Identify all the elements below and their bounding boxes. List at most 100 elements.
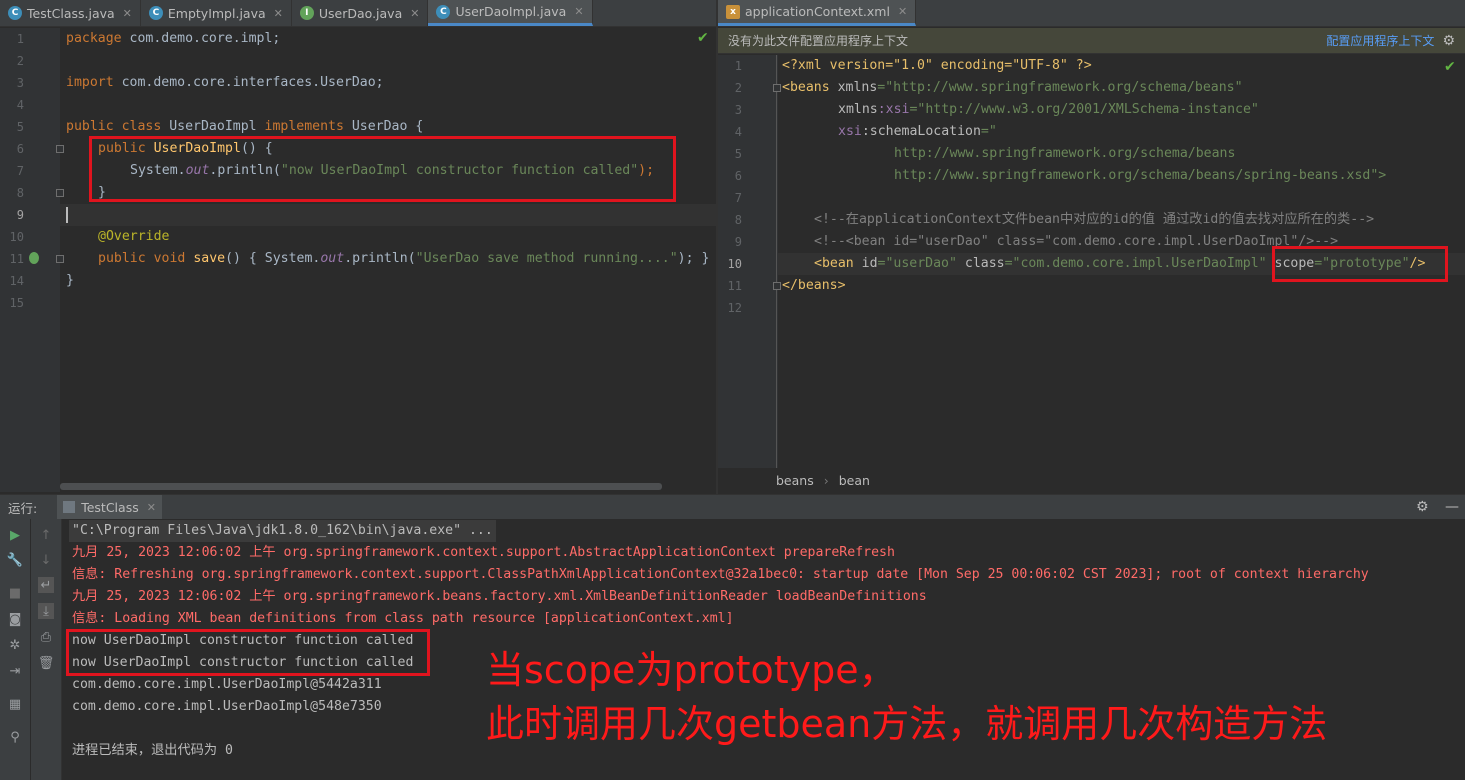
settings-icon[interactable]: ✲ bbox=[7, 637, 23, 653]
code-token: public bbox=[98, 251, 146, 266]
console-line: com.demo.core.impl.UserDaoImpl@5442a311 bbox=[72, 677, 382, 692]
camera-icon[interactable]: ◙ bbox=[7, 611, 23, 627]
xml-editor[interactable]: 1 2 3 4 5 6 7 8 9 10 11 12 <?xml version… bbox=[718, 55, 1465, 468]
code-token: :xsi bbox=[877, 102, 910, 117]
right-tab-bar: x applicationContext.xml ✕ bbox=[718, 0, 1465, 27]
fold-icon[interactable] bbox=[56, 255, 64, 263]
line-number: 10 bbox=[9, 230, 24, 244]
code-token: "UserDao save method running...." bbox=[415, 251, 678, 266]
wrench-icon[interactable]: 🔧 bbox=[7, 552, 23, 568]
tab-label: applicationContext.xml bbox=[745, 4, 890, 19]
close-icon[interactable]: ✕ bbox=[898, 5, 907, 18]
line-number: 11 bbox=[9, 252, 24, 266]
code-token: xsi bbox=[838, 124, 862, 139]
layout-icon[interactable]: ▦ bbox=[7, 696, 23, 712]
scroll-to-end-icon[interactable]: ⤓ bbox=[38, 603, 54, 619]
close-icon[interactable]: ✕ bbox=[574, 5, 583, 18]
line-number: 2 bbox=[734, 81, 742, 95]
console-line: 信息: Loading XML bean definitions from cl… bbox=[72, 611, 734, 626]
run-config-tab-label: TestClass bbox=[81, 499, 139, 515]
run-config-tab[interactable]: TestClass ✕ bbox=[57, 494, 162, 520]
code-token: xmlns bbox=[829, 80, 878, 95]
code-token: <?xml version="1.0" encoding="UTF-8" ?> bbox=[782, 58, 1092, 73]
run-panel-header: 运行: TestClass ✕ ⚙ — bbox=[0, 494, 1465, 520]
fold-icon[interactable] bbox=[56, 189, 64, 197]
code-token: ="com.demo.core.impl.UserDaoImpl" bbox=[1004, 256, 1267, 271]
run-label: 运行: bbox=[8, 500, 38, 516]
code-token: .println( bbox=[344, 251, 416, 266]
breadcrumb-item[interactable]: bean bbox=[839, 473, 870, 488]
run-toolbar-secondary: ↑ ↓ ↵ ⤓ ⎙ 🗑 bbox=[31, 519, 61, 780]
gear-icon[interactable]: ⚙ bbox=[1442, 33, 1455, 49]
tab-label: UserDao.java bbox=[318, 5, 403, 21]
code-token: class bbox=[956, 256, 1005, 271]
rerun-icon[interactable]: ▶ bbox=[7, 527, 23, 543]
fold-icon[interactable] bbox=[773, 282, 781, 290]
breadcrumb: beans › bean bbox=[776, 468, 870, 492]
line-number: 2 bbox=[16, 54, 24, 68]
line-number: 7 bbox=[734, 191, 742, 205]
close-icon[interactable]: ✕ bbox=[274, 7, 283, 20]
code-token: " bbox=[988, 124, 997, 139]
line-number: 9 bbox=[16, 208, 24, 222]
code-token: <bean bbox=[814, 256, 854, 271]
arrow-down-icon[interactable]: ↓ bbox=[38, 552, 54, 568]
console-line: 进程已结束，退出代码为 0 bbox=[72, 743, 233, 758]
console-line: "C:\Program Files\Java\jdk1.8.0_162\bin\… bbox=[69, 520, 496, 542]
line-number: 11 bbox=[727, 279, 742, 293]
code-token: package bbox=[66, 31, 122, 46]
checkmark-icon: ✔ bbox=[1444, 59, 1456, 75]
soft-wrap-icon[interactable]: ↵ bbox=[38, 577, 54, 593]
code-token: com.demo.core.impl; bbox=[121, 31, 281, 46]
fold-icon[interactable] bbox=[56, 145, 64, 153]
context-info-bar: 没有为此文件配置应用程序上下文 配置应用程序上下文 ⚙ bbox=[718, 28, 1465, 54]
tab-userdaoimpl[interactable]: C UserDaoImpl.java ✕ bbox=[428, 0, 593, 26]
line-number: 4 bbox=[16, 98, 24, 112]
line-number: 6 bbox=[734, 169, 742, 183]
pin-icon[interactable]: ⚲ bbox=[7, 729, 23, 745]
code-token: <!--<bean id="userDao" class="com.demo.c… bbox=[814, 234, 1339, 249]
scope-highlight-box bbox=[1272, 246, 1448, 282]
run-toolbar-primary: ▶ 🔧 ■ ◙ ✲ ⇥ ▦ ⚲ bbox=[0, 519, 30, 780]
class-icon: C bbox=[8, 6, 22, 20]
print-icon[interactable]: ⎙ bbox=[38, 629, 54, 645]
minimize-icon[interactable]: — bbox=[1445, 499, 1459, 515]
configure-context-link[interactable]: 配置应用程序上下文 bbox=[1326, 32, 1434, 49]
tab-userdao[interactable]: I UserDao.java ✕ bbox=[292, 0, 429, 26]
code-token: class bbox=[121, 119, 162, 134]
override-gutter-icon[interactable] bbox=[29, 252, 39, 264]
run-config-icon bbox=[63, 501, 76, 513]
horizontal-scrollbar[interactable] bbox=[60, 483, 662, 490]
line-number: 4 bbox=[734, 125, 742, 139]
xml-icon: x bbox=[726, 4, 740, 19]
class-icon: C bbox=[436, 4, 451, 19]
gear-icon[interactable]: ⚙ bbox=[1416, 499, 1429, 515]
fold-icon[interactable] bbox=[773, 84, 781, 92]
arrow-up-icon[interactable]: ↑ bbox=[38, 527, 54, 543]
left-tab-bar: C TestClass.java ✕ C EmptyImpl.java ✕ I UserD… bbox=[0, 0, 716, 27]
breadcrumb-item[interactable]: beans bbox=[776, 473, 814, 488]
close-icon[interactable]: ✕ bbox=[147, 501, 156, 514]
line-number: 3 bbox=[16, 76, 24, 90]
code-token: ); } bbox=[677, 251, 710, 266]
stop-icon[interactable]: ■ bbox=[7, 585, 23, 601]
java-editor[interactable]: 1 2 3 4 5 6 7 8 9 10 11 14 15 package co… bbox=[0, 28, 716, 492]
line-number: 3 bbox=[734, 103, 742, 117]
line-number: 1 bbox=[16, 32, 24, 46]
trash-icon[interactable]: 🗑 bbox=[38, 655, 55, 671]
close-icon[interactable]: ✕ bbox=[410, 7, 419, 20]
line-number: 5 bbox=[16, 120, 24, 134]
tab-emptyimpl[interactable]: C EmptyImpl.java ✕ bbox=[141, 0, 292, 26]
code-token: void bbox=[153, 251, 186, 266]
line-number: 1 bbox=[734, 59, 742, 73]
code-token: http://www.springframework.org/schema/be… bbox=[894, 168, 1387, 183]
tab-applicationcontext[interactable]: x applicationContext.xml ✕ bbox=[718, 0, 917, 26]
exit-icon[interactable]: ⇥ bbox=[7, 663, 23, 679]
checkmark-icon: ✔ bbox=[697, 30, 709, 46]
code-token: out bbox=[320, 251, 345, 266]
info-text: 没有为此文件配置应用程序上下文 bbox=[728, 34, 909, 48]
close-icon[interactable]: ✕ bbox=[123, 7, 132, 20]
chevron-right-icon: › bbox=[823, 472, 829, 488]
tab-testclass[interactable]: C TestClass.java ✕ bbox=[0, 0, 141, 26]
code-token: com.demo.core.interfaces.UserDao; bbox=[113, 75, 384, 90]
